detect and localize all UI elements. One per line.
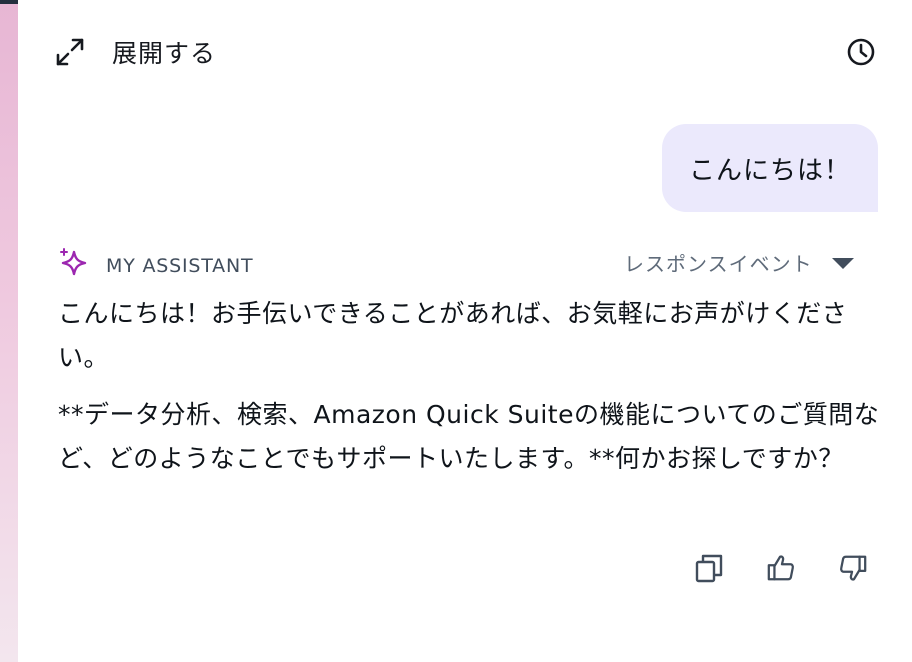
assistant-name: MY ASSISTANT [106, 255, 254, 277]
thumbs-up-icon [767, 555, 794, 581]
copy-button[interactable] [694, 551, 724, 585]
assistant-message-paragraph: **データ分析、検索、Amazon Quick Suiteの機能についてのご質問… [58, 400, 880, 473]
copy-icon [695, 554, 723, 583]
message-actions [694, 551, 868, 585]
left-gradient-strip [0, 0, 18, 662]
caret-down-icon [831, 255, 855, 271]
expand-button[interactable]: 展開する [54, 30, 216, 74]
assistant-message-paragraph: こんにちは！お手伝いできることがあれば、お気軽にお声がけください。 [58, 299, 848, 372]
user-message-text: こんにちは！ [688, 155, 851, 186]
thumbs-up-button[interactable] [766, 551, 796, 585]
thumbs-down-icon [840, 555, 867, 581]
expand-arrows-icon [54, 36, 86, 68]
assistant-header: MY ASSISTANT [58, 246, 253, 280]
response-events-dropdown[interactable]: レスポンスイベント [624, 248, 855, 277]
app-frame: 展開する こんにちは！ MY ASSISTANT レスポンスイベント こんにちは… [0, 0, 912, 662]
sparkle-icon [58, 246, 92, 280]
expand-label: 展開する [112, 39, 217, 68]
response-events-label: レスポンスイベント [624, 252, 813, 276]
chat-panel: 展開する こんにちは！ MY ASSISTANT レスポンスイベント こんにちは… [18, 0, 912, 662]
user-message-bubble: こんにちは！ [662, 124, 878, 212]
thumbs-down-button[interactable] [838, 551, 868, 585]
clock-icon[interactable] [846, 37, 876, 67]
